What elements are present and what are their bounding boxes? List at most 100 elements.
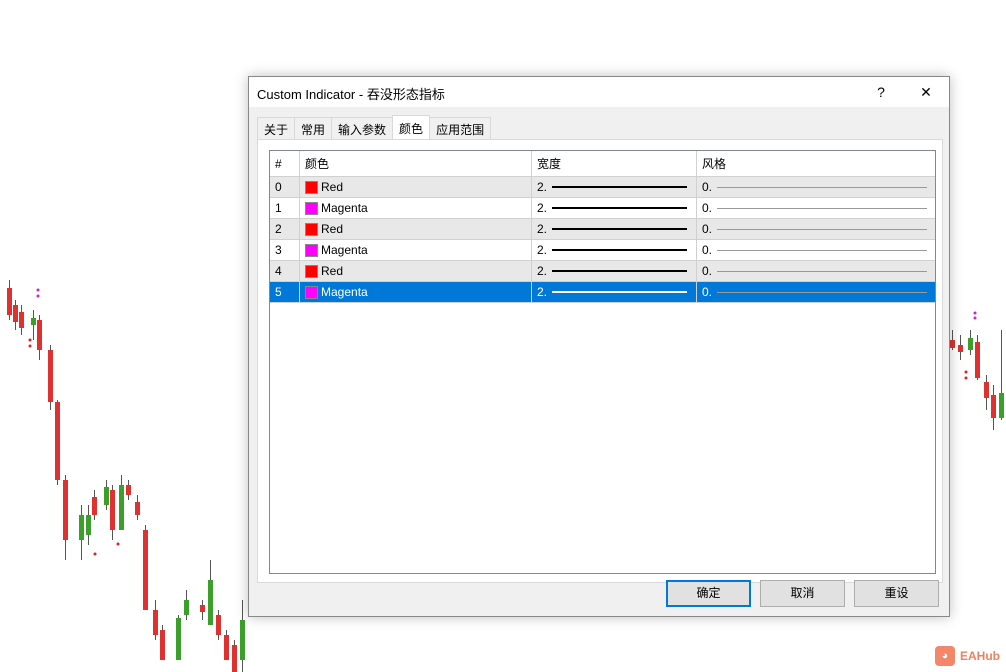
candle-body — [55, 402, 60, 480]
color-swatch[interactable] — [305, 180, 318, 194]
table-row[interactable]: 3 Magenta 2. 0. — [270, 240, 935, 261]
signal-dot — [973, 311, 977, 315]
candle-body — [86, 515, 91, 535]
row-index: 4 — [270, 261, 300, 281]
width-cell[interactable]: 2. — [532, 177, 697, 197]
candle-body — [92, 497, 97, 515]
style-cell[interactable]: 0. — [697, 198, 935, 218]
reset-button[interactable]: 重设 — [854, 580, 939, 607]
table-row[interactable]: 2 Red 2. 0. — [270, 219, 935, 240]
signal-dot — [964, 376, 968, 380]
color-cell[interactable]: Magenta — [300, 240, 532, 260]
width-line-preview — [552, 228, 688, 230]
style-cell[interactable]: 0. — [697, 177, 935, 197]
style-cell[interactable]: 0. — [697, 219, 935, 239]
signal-dot — [28, 338, 32, 342]
watermark-text: EAHub — [960, 649, 1000, 663]
table-row[interactable]: 5 Magenta 2. 0. — [270, 282, 935, 303]
candle-body — [110, 490, 115, 530]
table-header: # 颜色 宽度 风格 — [270, 151, 935, 177]
header-index: # — [270, 151, 300, 176]
style-value: 0. — [702, 201, 713, 215]
candle-body — [208, 580, 213, 625]
candle-body — [240, 620, 245, 660]
header-width: 宽度 — [532, 151, 697, 176]
colors-panel: # 颜色 宽度 风格 0 Red 2. 0. 1 Magenta 2. 0. 2 R… — [257, 139, 943, 583]
row-index: 2 — [270, 219, 300, 239]
signal-dot — [973, 316, 977, 320]
candle-body — [19, 312, 24, 328]
help-button[interactable]: ? — [866, 81, 896, 103]
style-line-preview — [717, 207, 928, 209]
candle-body — [950, 340, 955, 348]
candle-body — [104, 487, 109, 505]
header-color: 颜色 — [300, 151, 532, 176]
candle-body — [991, 395, 996, 418]
color-swatch[interactable] — [305, 264, 318, 278]
close-button[interactable]: ✕ — [911, 81, 941, 103]
width-value: 2. — [537, 243, 548, 257]
table-row[interactable]: 4 Red 2. 0. — [270, 261, 935, 282]
style-value: 0. — [702, 243, 713, 257]
eahub-watermark: ◕ EAHub — [935, 646, 1000, 666]
style-line-preview — [717, 291, 928, 293]
color-cell[interactable]: Magenta — [300, 282, 532, 302]
cancel-button[interactable]: 取消 — [760, 580, 845, 607]
row-index: 5 — [270, 282, 300, 302]
candle-body — [13, 305, 18, 322]
candle-body — [31, 318, 36, 325]
tab-inputs[interactable]: 输入参数 — [331, 117, 394, 139]
tab-about[interactable]: 关于 — [257, 117, 296, 139]
width-cell[interactable]: 2. — [532, 198, 697, 218]
candle-body — [126, 485, 131, 495]
color-cell[interactable]: Magenta — [300, 198, 532, 218]
width-value: 2. — [537, 222, 548, 236]
table-row[interactable]: 1 Magenta 2. 0. — [270, 198, 935, 219]
color-name: Red — [321, 180, 344, 194]
width-value: 2. — [537, 201, 548, 215]
candle-body — [958, 345, 963, 352]
color-swatch[interactable] — [305, 201, 318, 215]
signal-dot — [36, 288, 40, 292]
signal-dot — [28, 344, 32, 348]
width-cell[interactable]: 2. — [532, 261, 697, 281]
candle-body — [135, 502, 140, 515]
tab-colors[interactable]: 颜色 — [392, 115, 431, 139]
color-swatch[interactable] — [305, 243, 318, 257]
candle-body — [224, 635, 229, 660]
style-cell[interactable]: 0. — [697, 261, 935, 281]
color-cell[interactable]: Red — [300, 219, 532, 239]
width-cell[interactable]: 2. — [532, 282, 697, 302]
candle-body — [143, 530, 148, 610]
table-row[interactable]: 0 Red 2. 0. — [270, 177, 935, 198]
candle-body — [968, 338, 973, 350]
width-line-preview — [552, 249, 688, 251]
style-cell[interactable]: 0. — [697, 282, 935, 302]
color-name: Magenta — [321, 243, 368, 257]
tab-common[interactable]: 常用 — [294, 117, 333, 139]
width-cell[interactable]: 2. — [532, 240, 697, 260]
candle-body — [232, 645, 237, 672]
width-value: 2. — [537, 264, 548, 278]
signal-dot — [93, 552, 97, 556]
width-line-preview — [552, 186, 688, 188]
custom-indicator-dialog: Custom Indicator - 吞没形态指标 ? ✕ 关于 常用 输入参数… — [248, 76, 950, 617]
color-cell[interactable]: Red — [300, 261, 532, 281]
width-value: 2. — [537, 285, 548, 299]
signal-dot — [964, 370, 968, 374]
color-cell[interactable]: Red — [300, 177, 532, 197]
candle-body — [153, 610, 158, 635]
style-cell[interactable]: 0. — [697, 240, 935, 260]
width-line-preview — [552, 291, 688, 293]
candle-body — [176, 618, 181, 660]
style-value: 0. — [702, 264, 713, 278]
color-swatch[interactable] — [305, 285, 318, 299]
width-cell[interactable]: 2. — [532, 219, 697, 239]
color-swatch[interactable] — [305, 222, 318, 236]
row-index: 0 — [270, 177, 300, 197]
candle-body — [975, 342, 980, 378]
row-index: 3 — [270, 240, 300, 260]
color-name: Red — [321, 264, 344, 278]
tab-visualization[interactable]: 应用范围 — [429, 117, 492, 139]
ok-button[interactable]: 确定 — [666, 580, 751, 607]
